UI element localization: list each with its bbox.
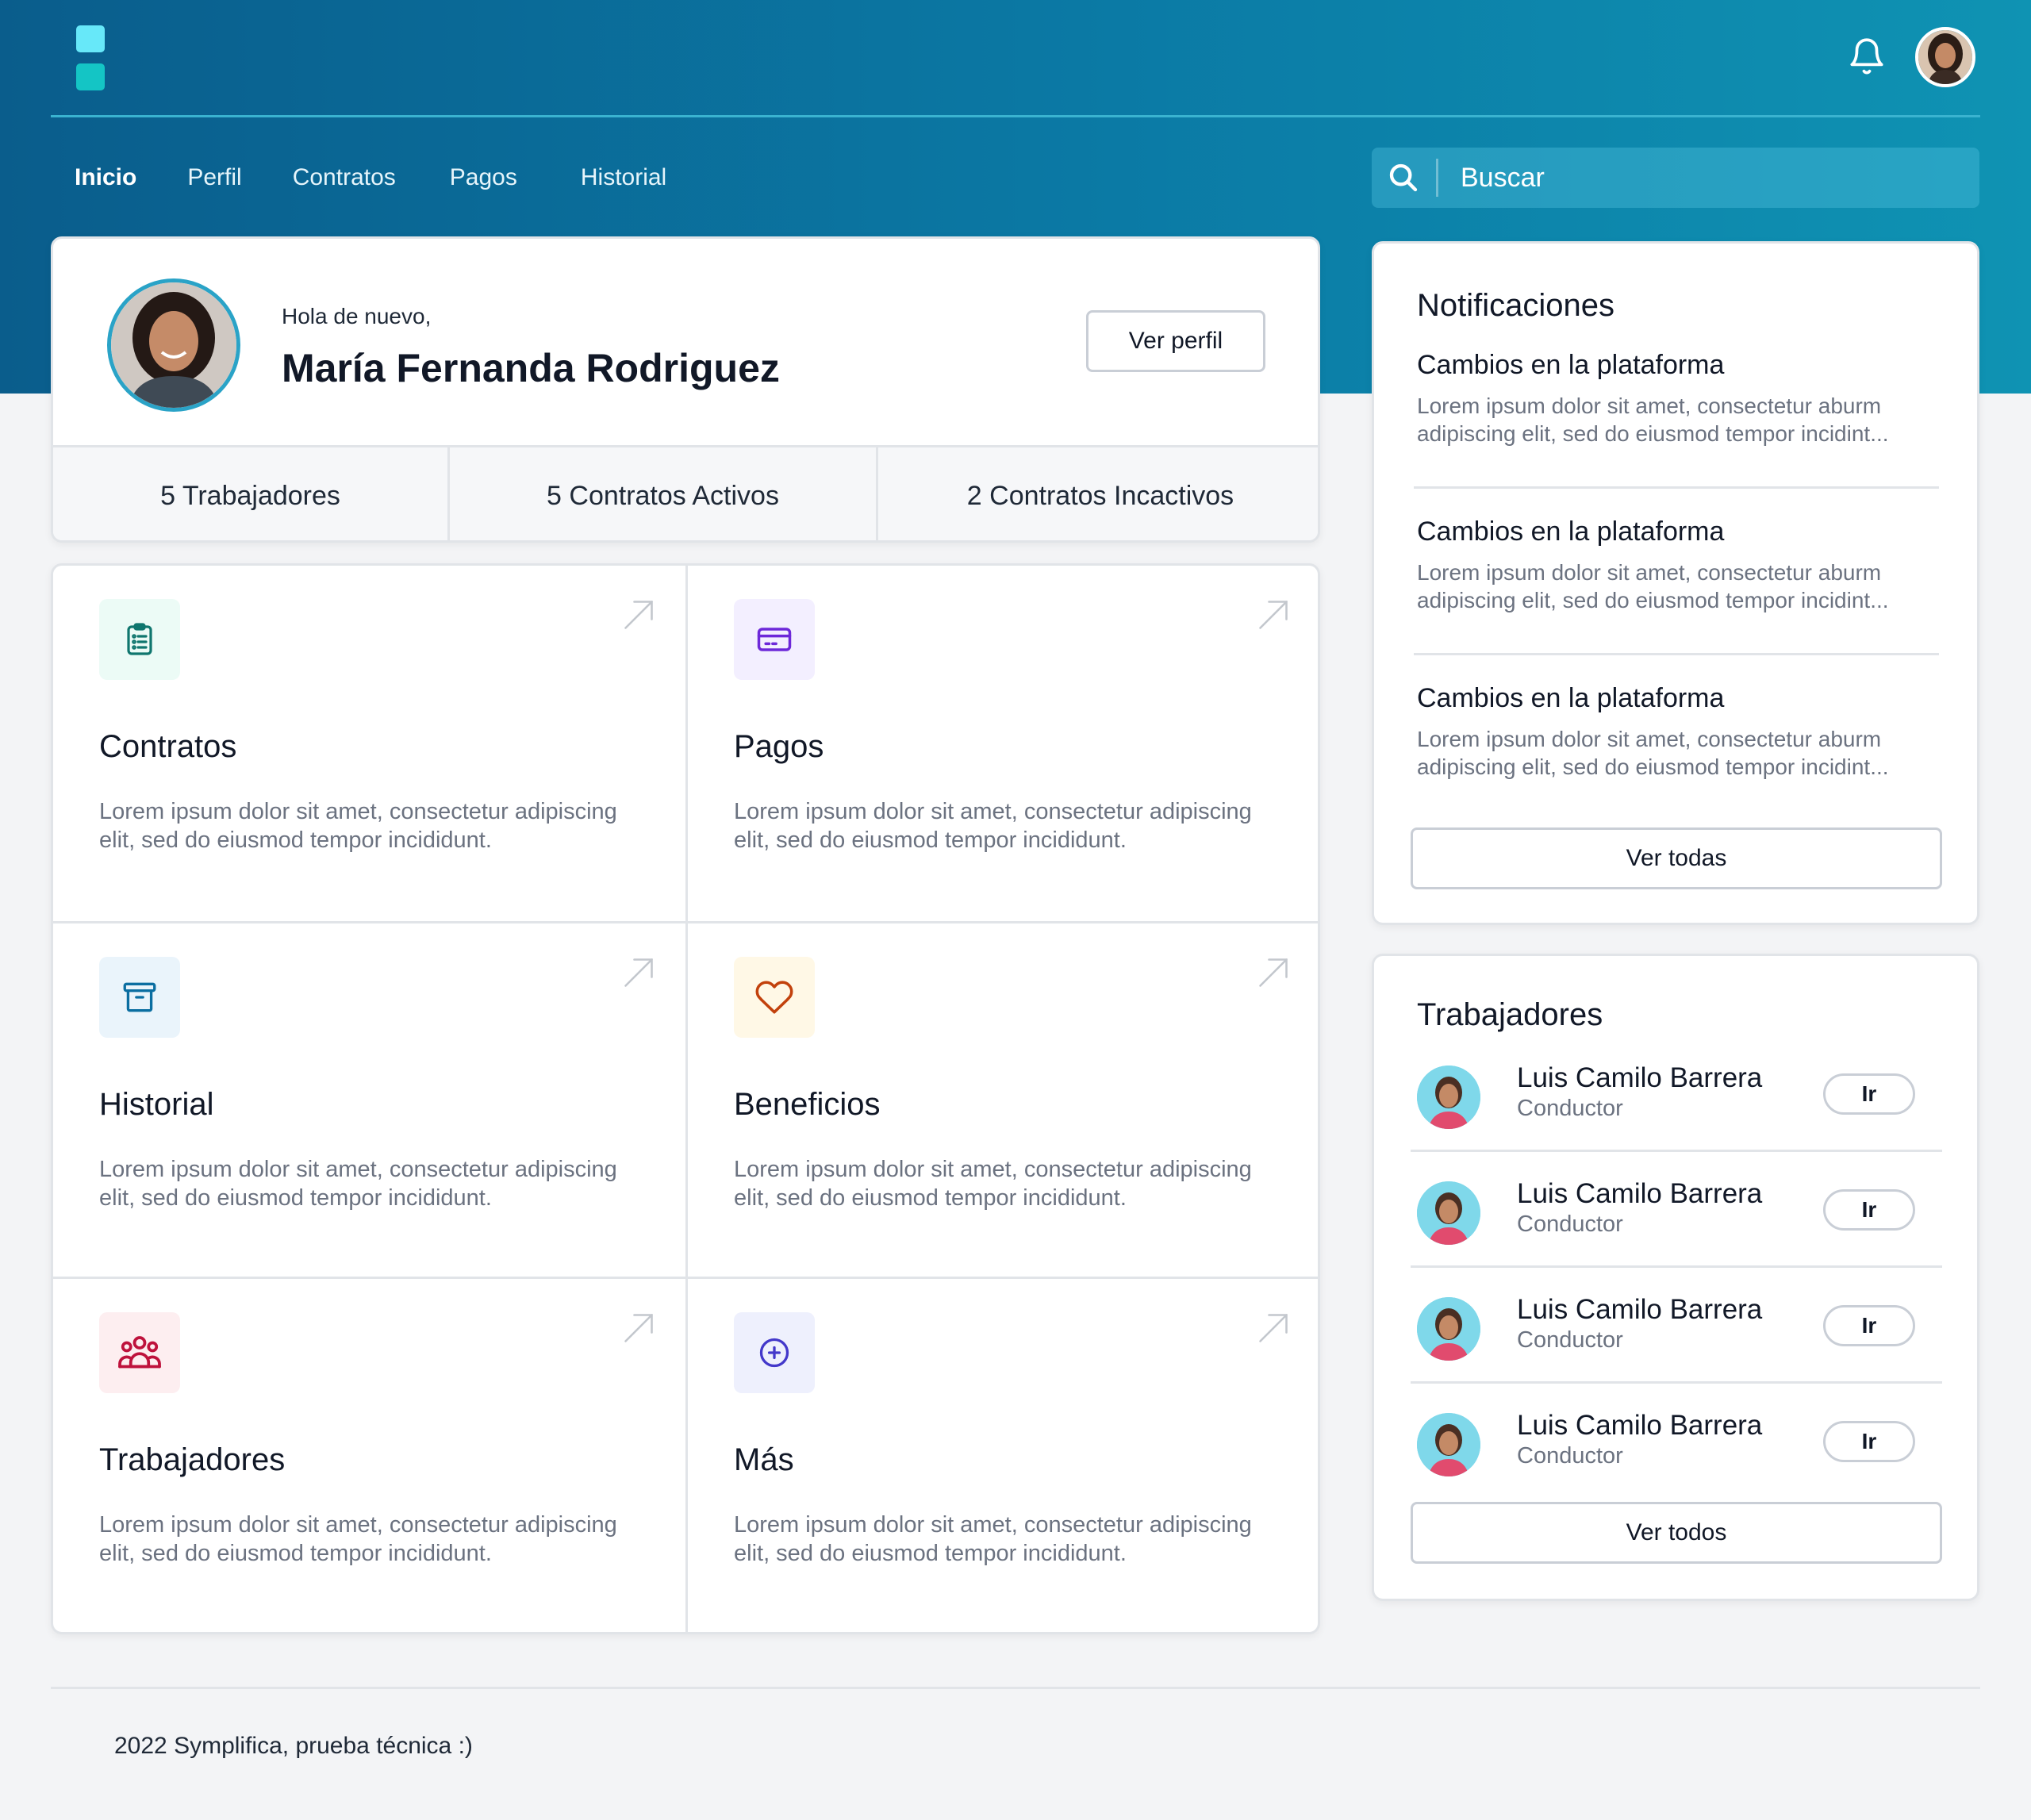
profile-avatar [107,278,240,412]
footer-divider [51,1687,1980,1689]
app-logo[interactable] [76,25,105,92]
tile-title: Más [734,1442,794,1477]
divider [1411,1150,1942,1152]
notification-body: Lorem ipsum dolor sit amet, consectetur … [1417,727,1889,779]
divider [1411,1381,1942,1384]
go-button[interactable]: Ir [1823,1189,1915,1231]
worker-role: Conductor [1517,1096,1623,1121]
worker-avatar [1417,1297,1480,1361]
arrow-up-right-icon [621,597,656,632]
notification-title: Cambios en la plataforma [1417,516,1725,547]
tile-title: Contratos [99,729,237,764]
worker-name: Luis Camilo Barrera [1517,1410,1763,1441]
divider [1414,653,1939,655]
nav-item-perfil[interactable]: Perfil [187,164,241,191]
logo-square-top [76,25,105,52]
go-button[interactable]: Ir [1823,1073,1915,1115]
archive-icon [99,957,180,1038]
worker-name: Luis Camilo Barrera [1517,1062,1763,1093]
divider [1411,1265,1942,1268]
tile-mas[interactable]: Más Lorem ipsum dolor sit amet, consecte… [688,1279,1318,1632]
notification-item[interactable]: Cambios en la plataforma Lorem ipsum dol… [1417,516,1941,614]
tile-pagos[interactable]: Pagos Lorem ipsum dolor sit amet, consec… [688,566,1318,923]
tile-description: Lorem ipsum dolor sit amet, consectetur … [99,799,617,853]
worker-row: Luis Camilo Barrera Conductor Ir [1417,1399,1942,1494]
user-name: María Fernanda Rodriguez [282,346,780,390]
arrow-up-right-icon [621,1311,656,1346]
credit-card-icon [734,599,815,680]
worker-row: Luis Camilo Barrera Conductor Ir [1417,1283,1942,1378]
tile-title: Beneficios [734,1087,881,1122]
tile-description: Lorem ipsum dolor sit amet, consectetur … [734,1512,1252,1566]
divider [1414,486,1939,489]
view-all-notifications-button[interactable]: Ver todas [1411,827,1942,889]
tile-title: Trabajadores [99,1442,286,1477]
arrow-up-right-icon [1256,1311,1291,1346]
notifications-card: Notificaciones Cambios en la plataforma … [1372,241,1979,925]
go-button[interactable]: Ir [1823,1421,1915,1462]
notification-item[interactable]: Cambios en la plataforma Lorem ipsum dol… [1417,350,1941,447]
nav-item-historial[interactable]: Historial [581,164,666,191]
go-button[interactable]: Ir [1823,1305,1915,1346]
tile-beneficios[interactable]: Beneficios Lorem ipsum dolor sit amet, c… [688,923,1318,1281]
notification-title: Cambios en la plataforma [1417,350,1725,380]
notification-title: Cambios en la plataforma [1417,683,1725,713]
arrow-up-right-icon [1256,597,1291,632]
worker-role: Conductor [1517,1327,1623,1353]
view-all-workers-button[interactable]: Ver todos [1411,1502,1942,1564]
worker-avatar [1417,1066,1480,1129]
tile-title: Pagos [734,729,824,764]
worker-name: Luis Camilo Barrera [1517,1294,1763,1325]
worker-avatar [1417,1413,1480,1476]
tile-historial[interactable]: Historial Lorem ipsum dolor sit amet, co… [53,923,688,1281]
top-bar [51,0,1980,117]
clipboard-icon [99,599,180,680]
bell-icon[interactable] [1847,35,1887,78]
arrow-up-right-icon [1256,955,1291,990]
arrow-up-right-icon [621,955,656,990]
search-bar [1372,148,1979,208]
stats-row: 5 Trabajadores 5 Contratos Activos 2 Con… [53,445,1318,540]
tile-description: Lorem ipsum dolor sit amet, consectetur … [99,1512,617,1566]
notifications-title: Notificaciones [1417,288,1615,323]
profile-card: Hola de nuevo, María Fernanda Rodriguez … [51,236,1320,543]
user-avatar[interactable] [1915,27,1975,87]
logo-square-bottom [76,63,105,90]
footer-text: 2022 Symplifica, prueba técnica :) [114,1733,473,1759]
tile-description: Lorem ipsum dolor sit amet, consectetur … [99,1157,617,1211]
tile-trabajadores[interactable]: Trabajadores Lorem ipsum dolor sit amet,… [53,1279,688,1632]
stat-workers: 5 Trabajadores [160,481,340,511]
worker-role: Conductor [1517,1211,1623,1237]
tile-description: Lorem ipsum dolor sit amet, consectetur … [734,799,1252,853]
workers-card: Trabajadores Luis Camilo Barrera Conduct… [1372,954,1979,1601]
stat-active-contracts: 5 Contratos Activos [447,447,876,540]
modules-grid: Contratos Lorem ipsum dolor sit amet, co… [51,563,1320,1634]
tile-description: Lorem ipsum dolor sit amet, consectetur … [734,1157,1252,1211]
search-icon[interactable] [1388,162,1419,194]
tile-title: Historial [99,1087,214,1122]
main-nav: Inicio Perfil Contratos Pagos Historial [75,156,666,200]
greeting-text: Hola de nuevo, [282,304,432,328]
worker-avatar [1417,1181,1480,1245]
search-divider [1436,159,1438,197]
view-profile-button[interactable]: Ver perfil [1086,310,1265,372]
worker-row: Luis Camilo Barrera Conductor Ir [1417,1167,1942,1262]
notification-body: Lorem ipsum dolor sit amet, consectetur … [1417,394,1889,446]
tile-contratos[interactable]: Contratos Lorem ipsum dolor sit amet, co… [53,566,688,923]
worker-row: Luis Camilo Barrera Conductor Ir [1417,1051,1942,1146]
notification-body: Lorem ipsum dolor sit amet, consectetur … [1417,560,1889,612]
workers-title: Trabajadores [1417,997,1603,1032]
heart-icon [734,957,815,1038]
search-input[interactable] [1461,148,1968,208]
nav-item-contratos[interactable]: Contratos [293,164,396,191]
users-icon [99,1312,180,1393]
worker-role: Conductor [1517,1443,1623,1469]
worker-name: Luis Camilo Barrera [1517,1178,1763,1209]
plus-circle-icon [734,1312,815,1393]
nav-item-pagos[interactable]: Pagos [450,164,517,191]
notification-item[interactable]: Cambios en la plataforma Lorem ipsum dol… [1417,683,1941,781]
nav-item-inicio[interactable]: Inicio [75,164,136,191]
stat-inactive-contracts: 2 Contratos Incactivos [876,447,1318,540]
